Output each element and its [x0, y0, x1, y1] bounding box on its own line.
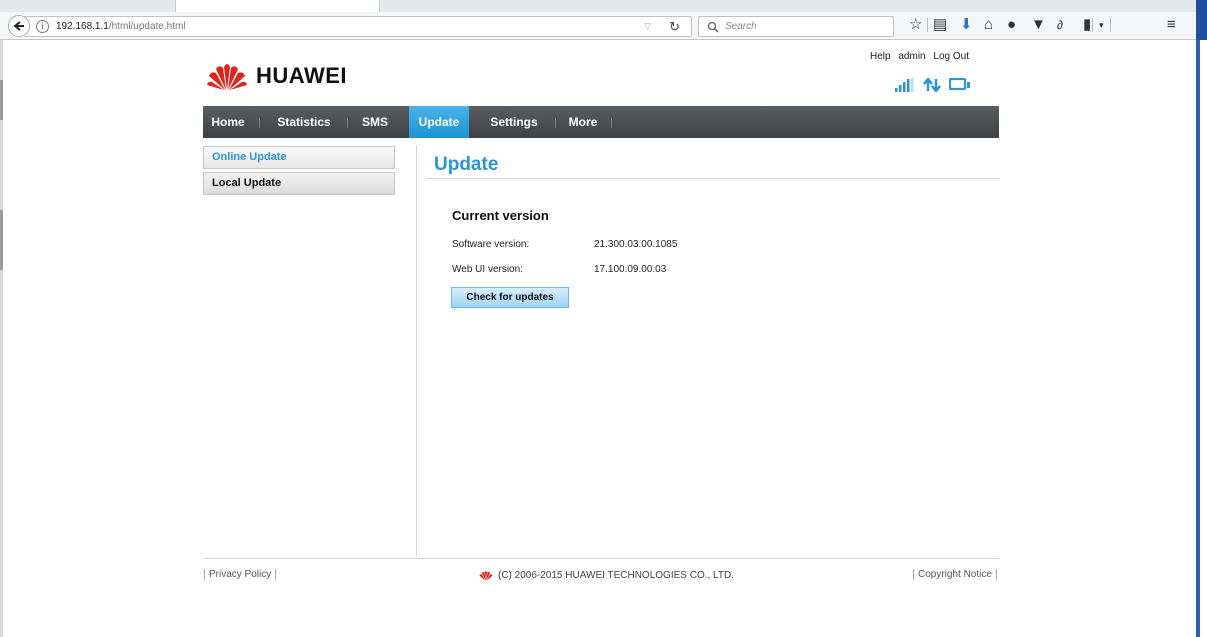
- top-links: Help admin Log Out: [870, 51, 974, 62]
- software-version-label: Software version:: [452, 239, 530, 250]
- info-icon[interactable]: i: [36, 20, 49, 33]
- toolbar-separator: [927, 18, 928, 32]
- chat-icon[interactable]: ●: [1007, 17, 1016, 33]
- nav-item-sms[interactable]: SMS: [357, 106, 393, 138]
- page-title: Update: [434, 154, 499, 175]
- menu-icon[interactable]: ≡: [1167, 17, 1176, 33]
- toolbar-separator: [1092, 18, 1093, 32]
- huawei-flower-icon: [207, 64, 247, 90]
- sidebar-divider: [416, 145, 417, 556]
- nav-separator: [259, 118, 260, 128]
- nav-item-home[interactable]: Home: [207, 106, 249, 138]
- nav-item-update[interactable]: Update: [409, 106, 469, 138]
- download-icon[interactable]: ⬇: [960, 17, 973, 33]
- signal-strength-icon: [895, 78, 914, 92]
- footer-divider: [203, 558, 999, 559]
- home-icon[interactable]: ⌂: [984, 17, 993, 33]
- logout-link[interactable]: Log Out: [933, 51, 969, 62]
- search-icon: [707, 21, 719, 33]
- help-link[interactable]: Help: [870, 51, 891, 62]
- check-for-updates-button[interactable]: Check for updates: [451, 287, 569, 308]
- nav-item-more[interactable]: More: [563, 106, 603, 138]
- nav-item-statistics[interactable]: Statistics: [271, 106, 337, 138]
- extension-icon[interactable]: ∂: [1057, 17, 1063, 33]
- search-placeholder: Search: [725, 21, 757, 32]
- browser-tab[interactable]: [175, 0, 380, 12]
- back-button[interactable]: [8, 15, 30, 37]
- copyright-text: (C) 2006-2015 HUAWEI TECHNOLOGIES CO., L…: [498, 570, 734, 581]
- toolbar-separator: [1110, 18, 1111, 32]
- status-icons: [895, 76, 971, 92]
- addon-icon[interactable]: ▮: [1083, 17, 1091, 33]
- huawei-logo: HUAWEI: [206, 60, 347, 92]
- copyright-notice-link[interactable]: Copyright Notice: [913, 569, 997, 580]
- data-transfer-icon: [923, 78, 941, 92]
- nav-item-settings[interactable]: Settings: [483, 106, 545, 138]
- addon-dropdown-icon[interactable]: ▾: [1099, 17, 1104, 33]
- nav-separator: [611, 118, 612, 128]
- section-title: Current version: [452, 208, 549, 223]
- reload-icon[interactable]: ↻: [669, 19, 680, 35]
- copyright: (C) 2006-2015 HUAWEI TECHNOLOGIES CO., L…: [478, 570, 734, 581]
- url-dropdown-icon[interactable]: ▽: [644, 21, 651, 32]
- browser-toolbar: i 192.168.1.1/html/update.html ▽ ↻ Searc…: [0, 12, 1207, 40]
- reading-list-icon[interactable]: ▤: [933, 17, 947, 33]
- nav-separator: [347, 118, 348, 128]
- url-bar[interactable]: i 192.168.1.1/html/update.html ▽ ↻: [24, 16, 692, 37]
- huawei-small-logo-icon: [479, 571, 493, 581]
- window-edge-left: [0, 40, 3, 637]
- pocket-icon[interactable]: ▼: [1031, 17, 1046, 33]
- webui-version-label: Web UI version:: [452, 264, 523, 275]
- browser-tab-strip: [0, 0, 1207, 12]
- privacy-policy-link[interactable]: Privacy Policy: [204, 569, 277, 580]
- user-name: admin: [898, 51, 926, 62]
- back-arrow-icon: [13, 21, 24, 31]
- webui-version-value: 17.100.09.00.03: [594, 264, 667, 275]
- brand-name: HUAWEI: [256, 63, 347, 88]
- main-nav: Home Statistics SMS Update Settings More: [203, 106, 999, 138]
- sidebar-item-online-update[interactable]: Online Update: [203, 146, 395, 169]
- sidebar-item-local-update[interactable]: Local Update: [203, 172, 395, 195]
- nav-separator: [555, 118, 556, 128]
- software-version-value: 21.300.03.00.1085: [594, 239, 678, 250]
- connected-device-icon: [949, 78, 970, 91]
- search-field[interactable]: Search: [698, 16, 894, 37]
- bookmark-star-icon[interactable]: ☆: [909, 17, 922, 33]
- url-text: 192.168.1.1/html/update.html: [56, 21, 186, 32]
- window-edge: [1196, 0, 1207, 637]
- title-divider: [426, 178, 1000, 179]
